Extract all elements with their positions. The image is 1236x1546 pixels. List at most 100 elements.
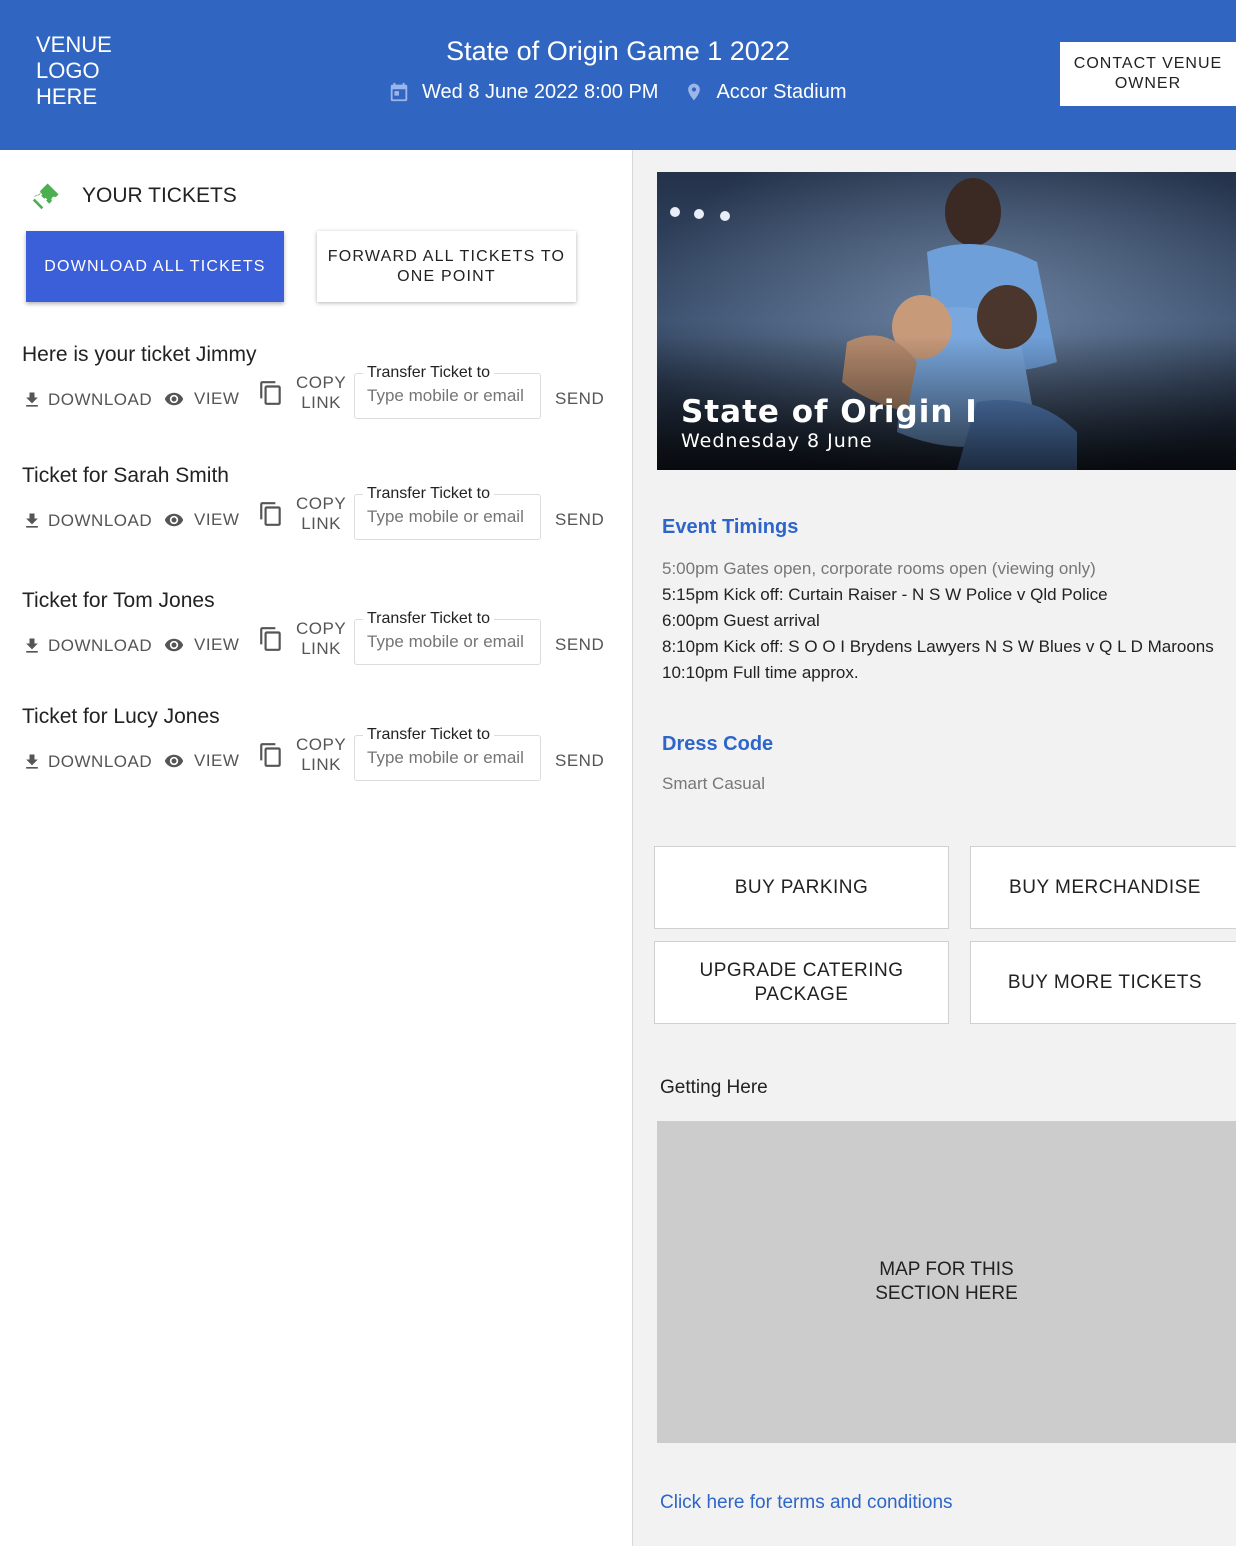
event-meta: Wed 8 June 2022 8:00 PM Accor Stadium (388, 80, 847, 104)
download-label: DOWNLOAD (48, 511, 153, 530)
getting-here-heading: Getting Here (660, 1077, 768, 1098)
timing-item: 8:10pm Kick off: S O O I Brydens Lawyers… (662, 637, 1214, 656)
event-timings-list: 5:00pm Gates open, corporate rooms open … (662, 556, 1214, 686)
timing-item: 5:00pm Gates open, corporate rooms open … (662, 559, 1096, 578)
link-label: LINK (301, 393, 341, 412)
map-placeholder-text: MAP FOR THIS SECTION HERE (875, 1259, 1018, 1304)
transfer-label: Transfer Ticket to (363, 485, 494, 503)
copy-label: COPY (296, 619, 347, 638)
copy-icon (260, 502, 281, 526)
copy-link-button[interactable]: COPY LINK (258, 494, 346, 534)
timing-item: 6:00pm Guest arrival (662, 611, 820, 630)
transfer-field: Transfer Ticket to (354, 364, 541, 419)
transfer-input[interactable] (367, 632, 537, 652)
ticket-row: Ticket for Sarah Smith DOWNLOAD VIEW COP… (22, 464, 622, 540)
buy-merchandise-button[interactable]: BUY MERCHANDISE (970, 846, 1236, 929)
event-date-text: Wed 8 June 2022 8:00 PM (422, 80, 659, 103)
header-bar: VENUE LOGO HERE State of Origin Game 1 2… (0, 0, 1236, 150)
download-ticket-button[interactable]: DOWNLOAD (22, 510, 152, 532)
copy-icon (260, 627, 281, 651)
eye-icon (164, 392, 184, 406)
view-ticket-button[interactable]: VIEW (160, 751, 239, 771)
contact-venue-owner-button[interactable]: CONTACT VENUE OWNER (1060, 42, 1236, 106)
download-all-tickets-button[interactable]: DOWNLOAD ALL TICKETS (26, 231, 284, 302)
download-ticket-button[interactable]: DOWNLOAD (22, 635, 152, 657)
eye-icon (164, 754, 184, 768)
eye-icon (164, 513, 184, 527)
hero-title: State of Origin I (681, 394, 978, 430)
transfer-input[interactable] (367, 748, 537, 768)
copy-link-button[interactable]: COPY LINK (258, 619, 346, 659)
send-button[interactable]: SEND (555, 751, 604, 771)
map-placeholder[interactable]: MAP FOR THIS SECTION HERE (657, 1121, 1236, 1443)
transfer-field: Transfer Ticket to (354, 726, 541, 781)
tickets-panel: YOUR TICKETS DOWNLOAD ALL TICKETS FORWAR… (0, 150, 632, 1546)
eye-icon (164, 638, 184, 652)
buy-more-tickets-button[interactable]: BUY MORE TICKETS (970, 941, 1236, 1024)
copy-link-button[interactable]: COPY LINK (258, 735, 346, 775)
download-ticket-button[interactable]: DOWNLOAD (22, 751, 152, 773)
dress-code-value: Smart Casual (662, 774, 765, 793)
copy-label: COPY (296, 494, 347, 513)
view-ticket-button[interactable]: VIEW (160, 510, 239, 530)
transfer-input[interactable] (367, 386, 537, 406)
ticket-actions: DOWNLOAD VIEW COPY LINK Transfer Ticket t… (22, 364, 622, 425)
download-ticket-button[interactable]: DOWNLOAD (22, 389, 152, 411)
send-button[interactable]: SEND (555, 635, 604, 655)
ticket-icon (32, 183, 59, 210)
copy-link-button[interactable]: COPY LINK (258, 373, 346, 413)
download-label: DOWNLOAD (48, 390, 153, 409)
terms-link[interactable]: Click here for terms and conditions (660, 1492, 953, 1514)
event-title: State of Origin Game 1 2022 (446, 36, 790, 66)
link-label: LINK (301, 514, 341, 533)
event-hero-image: State of Origin I Wednesday 8 June (657, 172, 1236, 470)
your-tickets-label: YOUR TICKETS (82, 184, 237, 207)
buy-parking-button[interactable]: BUY PARKING (654, 846, 949, 929)
location-pin-icon (688, 83, 701, 101)
view-ticket-button[interactable]: VIEW (160, 635, 239, 655)
view-label: VIEW (194, 635, 240, 654)
ticket-actions: DOWNLOAD VIEW COPY LINK Transfer Ticket t… (22, 610, 622, 671)
upgrade-catering-button[interactable]: UPGRADE CATERING PACKAGE (654, 941, 949, 1024)
copy-icon (260, 743, 281, 767)
transfer-label: Transfer Ticket to (363, 726, 494, 744)
ticket-row: Ticket for Tom Jones DOWNLOAD VIEW COPY L… (22, 589, 622, 665)
download-label: DOWNLOAD (48, 752, 153, 771)
event-info-panel: State of Origin I Wednesday 8 June Event… (633, 150, 1236, 1546)
download-icon (26, 392, 38, 407)
copy-label: COPY (296, 735, 347, 754)
link-label: LINK (301, 639, 341, 658)
your-tickets-heading: YOUR TICKETS (30, 180, 237, 212)
ticket-actions: DOWNLOAD VIEW COPY LINK Transfer Ticket t… (22, 726, 622, 787)
view-label: VIEW (194, 389, 240, 408)
event-venue: Accor Stadium (684, 80, 847, 104)
view-label: VIEW (194, 751, 240, 770)
download-label: DOWNLOAD (48, 636, 153, 655)
timing-item: 5:15pm Kick off: Curtain Raiser - N S W … (662, 585, 1108, 604)
dress-code-heading: Dress Code (662, 733, 774, 755)
copy-label: COPY (296, 373, 347, 392)
forward-all-tickets-button[interactable]: FORWARD ALL TICKETS TO ONE POINT (317, 231, 576, 302)
transfer-field: Transfer Ticket to (354, 485, 541, 540)
transfer-field: Transfer Ticket to (354, 610, 541, 665)
ticket-row: Ticket for Lucy Jones DOWNLOAD VIEW COPY… (22, 705, 622, 781)
copy-icon (260, 381, 281, 405)
link-label: LINK (301, 755, 341, 774)
event-date: Wed 8 June 2022 8:00 PM (388, 81, 658, 104)
ticket-actions: DOWNLOAD VIEW COPY LINK Transfer Ticket t… (22, 485, 622, 546)
view-ticket-button[interactable]: VIEW (160, 389, 239, 409)
event-timings-heading: Event Timings (662, 516, 799, 538)
transfer-label: Transfer Ticket to (363, 610, 494, 628)
download-icon (26, 638, 38, 653)
view-label: VIEW (194, 510, 240, 529)
transfer-input[interactable] (367, 507, 537, 527)
download-icon (26, 754, 38, 769)
ticket-row: Here is your ticket Jimmy DOWNLOAD VIEW … (22, 343, 622, 419)
calendar-icon (390, 82, 408, 102)
transfer-label: Transfer Ticket to (363, 364, 494, 382)
send-button[interactable]: SEND (555, 510, 604, 530)
event-venue-text: Accor Stadium (716, 80, 847, 103)
send-button[interactable]: SEND (555, 389, 604, 409)
hero-subtitle: Wednesday 8 June (681, 430, 873, 452)
download-icon (26, 513, 38, 528)
